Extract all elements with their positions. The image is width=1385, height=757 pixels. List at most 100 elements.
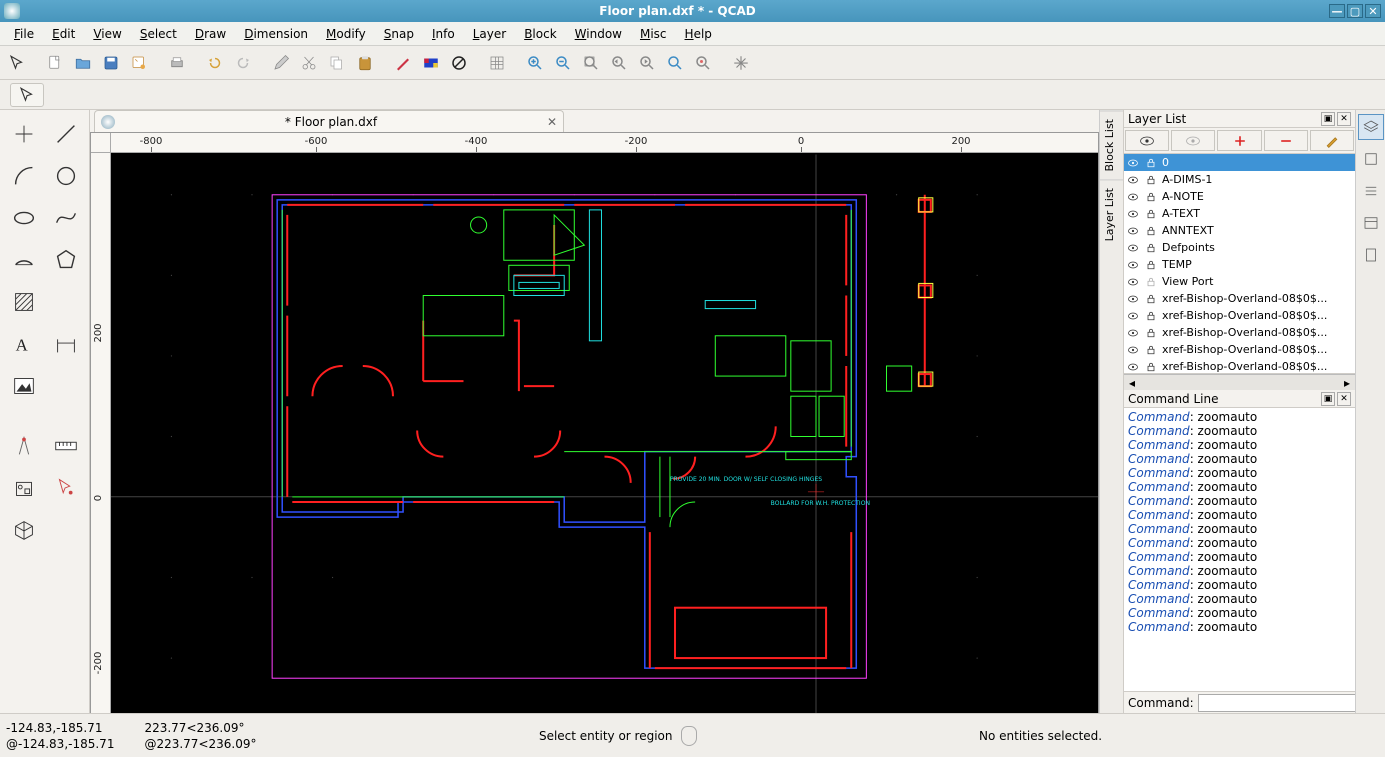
block-tool[interactable] (4, 468, 44, 508)
eye-icon[interactable] (1126, 360, 1140, 374)
lock-icon[interactable] (1144, 292, 1158, 306)
lock-icon[interactable] (1144, 258, 1158, 272)
layer-row[interactable]: A-TEXT (1124, 205, 1355, 222)
circle-tool[interactable] (46, 156, 86, 196)
panel-close-button[interactable]: ✕ (1337, 112, 1351, 126)
lock-icon[interactable] (1144, 173, 1158, 187)
minimize-button[interactable]: — (1329, 4, 1345, 18)
menu-view[interactable]: View (85, 25, 129, 43)
cut-button[interactable] (296, 50, 322, 76)
lock-icon[interactable] (1144, 156, 1158, 170)
menu-file[interactable]: File (6, 25, 42, 43)
layer-row[interactable]: ANNTEXT (1124, 222, 1355, 239)
grid-button[interactable] (484, 50, 510, 76)
layer-row[interactable]: xref-Bishop-Overland-08$0$... (1124, 358, 1355, 374)
layer-row[interactable]: TEMP (1124, 256, 1355, 273)
zoom-prev-button[interactable] (606, 50, 632, 76)
command-input[interactable] (1198, 694, 1355, 712)
ruler-horizontal[interactable]: -800-600-400-2000200 (111, 133, 1098, 153)
select-tool[interactable] (10, 83, 44, 107)
lock-icon[interactable] (1144, 275, 1158, 289)
new-file-button[interactable] (42, 50, 68, 76)
menu-snap[interactable]: Snap (376, 25, 422, 43)
undo-button[interactable] (202, 50, 228, 76)
edit-layer-button[interactable] (1310, 130, 1354, 151)
zoom-in-button[interactable] (522, 50, 548, 76)
eye-icon[interactable] (1126, 292, 1140, 306)
zoom-next-button[interactable] (634, 50, 660, 76)
command-log[interactable]: Command: zoomautoCommand: zoomautoComman… (1124, 408, 1355, 691)
eye-icon[interactable] (1126, 326, 1140, 340)
ellipse-tool[interactable] (4, 198, 44, 238)
menu-modify[interactable]: Modify (318, 25, 374, 43)
open-file-button[interactable] (70, 50, 96, 76)
list-strip-button[interactable] (1358, 178, 1384, 204)
eye-icon[interactable] (1126, 156, 1140, 170)
lock-icon[interactable] (1144, 309, 1158, 323)
layer-row[interactable]: A-DIMS-1 (1124, 171, 1355, 188)
maximize-button[interactable]: ▢ (1347, 4, 1363, 18)
ruler-vertical[interactable]: 2000-200 (91, 153, 111, 713)
remove-layer-button[interactable] (1264, 130, 1308, 151)
line-tool[interactable] (46, 114, 86, 154)
layer-row[interactable]: xref-Bishop-Overland-08$0$... (1124, 324, 1355, 341)
select-similar-tool[interactable] (46, 468, 86, 508)
lock-icon[interactable] (1144, 190, 1158, 204)
eye-icon[interactable] (1126, 241, 1140, 255)
color-button[interactable] (418, 50, 444, 76)
layer-row[interactable]: 0 (1124, 154, 1355, 171)
layer-row[interactable]: Defpoints (1124, 239, 1355, 256)
pan-button[interactable] (728, 50, 754, 76)
menu-draw[interactable]: Draw (187, 25, 234, 43)
spline-tool[interactable] (46, 198, 86, 238)
text-tool[interactable]: A (4, 324, 44, 364)
eye-icon[interactable] (1126, 343, 1140, 357)
lock-icon[interactable] (1144, 343, 1158, 357)
hide-all-layers-button[interactable] (1171, 130, 1215, 151)
eye-icon[interactable] (1126, 173, 1140, 187)
cmd-close-button[interactable]: ✕ (1337, 392, 1351, 406)
lock-icon[interactable] (1144, 207, 1158, 221)
eye-icon[interactable] (1126, 207, 1140, 221)
layer-row[interactable]: xref-Bishop-Overland-08$0$... (1124, 341, 1355, 358)
menu-layer[interactable]: Layer (465, 25, 514, 43)
eye-icon[interactable] (1126, 309, 1140, 323)
menu-select[interactable]: Select (132, 25, 185, 43)
menu-block[interactable]: Block (516, 25, 564, 43)
compass-tool[interactable] (4, 426, 44, 466)
image-tool[interactable] (4, 366, 44, 406)
eye-icon[interactable] (1126, 190, 1140, 204)
print-button[interactable] (164, 50, 190, 76)
zoom-window-button[interactable] (662, 50, 688, 76)
paste-button[interactable] (352, 50, 378, 76)
eye-icon[interactable] (1126, 224, 1140, 238)
copy-button[interactable] (324, 50, 350, 76)
lock-icon[interactable] (1144, 360, 1158, 374)
measure-tool[interactable] (46, 426, 86, 466)
eye-icon[interactable] (1126, 258, 1140, 272)
show-all-layers-button[interactable] (1125, 130, 1169, 151)
layer-strip-button[interactable] (1358, 114, 1384, 140)
add-layer-button[interactable] (1217, 130, 1261, 151)
vtab-layer-list[interactable]: Layer List (1100, 179, 1123, 249)
save-button[interactable] (98, 50, 124, 76)
zoom-selection-button[interactable] (690, 50, 716, 76)
point-tool[interactable] (4, 114, 44, 154)
layer-row[interactable]: View Port (1124, 273, 1355, 290)
menu-help[interactable]: Help (677, 25, 720, 43)
zoom-out-button[interactable] (550, 50, 576, 76)
no-fill-button[interactable] (446, 50, 472, 76)
menu-misc[interactable]: Misc (632, 25, 675, 43)
arc-segment-tool[interactable] (4, 240, 44, 280)
layer-row[interactable]: xref-Bishop-Overland-08$0$... (1124, 290, 1355, 307)
layer-list[interactable]: 0A-DIMS-1A-NOTEA-TEXTANNTEXTDefpointsTEM… (1124, 154, 1355, 374)
menu-window[interactable]: Window (567, 25, 630, 43)
redo-button[interactable] (230, 50, 256, 76)
lock-icon[interactable] (1144, 326, 1158, 340)
drawing-canvas[interactable]: PROVIDE 20 MIN. DOOR W/ SELF CLOSING HIN… (111, 153, 1098, 713)
lock-icon[interactable] (1144, 241, 1158, 255)
menu-edit[interactable]: Edit (44, 25, 83, 43)
dimension-tool[interactable] (46, 324, 86, 364)
isometric-tool[interactable] (4, 510, 44, 550)
polygon-tool[interactable] (46, 240, 86, 280)
